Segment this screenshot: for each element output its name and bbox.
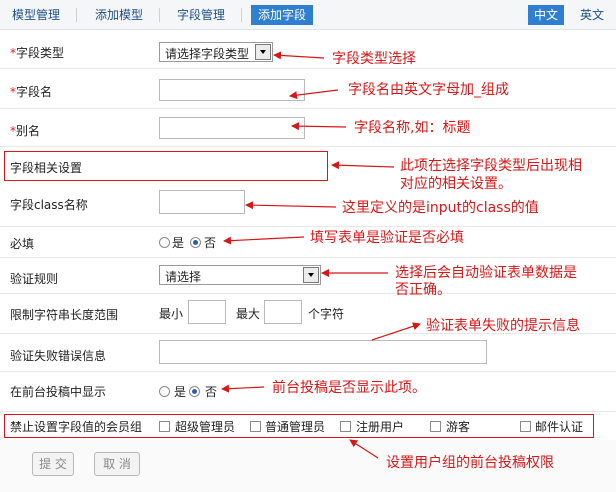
row-error-message: 验证失败错误信息 — [0, 334, 616, 372]
required-yes-radio[interactable] — [159, 237, 170, 248]
required-yes-label: 是 — [172, 236, 185, 250]
css-class-input[interactable] — [159, 190, 245, 214]
tab-add-model[interactable]: 添加模型 — [88, 5, 150, 25]
front-show-no-label: 否 — [205, 385, 218, 399]
tab-separator — [76, 8, 77, 22]
tab-add-field[interactable]: 添加字段 — [251, 5, 314, 25]
length-max-label: 最大 — [236, 307, 261, 321]
tab-separator — [241, 8, 242, 22]
note-settings-line2: 对应的相关设置。 — [400, 176, 512, 192]
required-no-radio[interactable] — [190, 237, 201, 248]
note-required: 填写表单是验证是否必填 — [310, 230, 464, 246]
note-validation-line2: 否正确。 — [395, 282, 451, 298]
top-tab-bar: 模型管理 添加模型 字段管理 添加字段 中文 英文 — [0, 0, 616, 30]
alias-input[interactable] — [159, 117, 305, 139]
field-type-label: 字段类型 — [16, 46, 65, 60]
front-show-label: 在前台投稿中显示 — [10, 385, 107, 399]
length-min-input[interactable] — [188, 300, 226, 324]
error-message-label: 验证失败错误信息 — [10, 349, 107, 363]
tab-separator — [159, 8, 160, 22]
field-name-label: 字段名 — [16, 85, 53, 99]
row-field-type: *字段类型 请选择字段类型 — [0, 31, 616, 69]
note-field-name: 字段名由英文字母加_组成 — [348, 82, 509, 98]
field-type-select-value: 请选择字段类型 — [165, 47, 250, 61]
chevron-down-icon[interactable] — [255, 44, 271, 60]
note-groups: 设置用户组的前台投稿权限 — [386, 455, 554, 471]
validation-select[interactable]: 请选择 — [159, 265, 321, 285]
required-no-label: 否 — [204, 236, 217, 250]
note-alias: 字段名称,如：标题 — [354, 120, 471, 136]
note-field-type: 字段类型选择 — [332, 51, 416, 67]
cancel-button[interactable]: 取 消 — [94, 452, 140, 476]
row-field-name: *字段名 — [0, 69, 616, 109]
length-range-label: 限制字符串长度范围 — [10, 308, 119, 322]
note-error-message: 验证表单失败的提示信息 — [426, 318, 580, 334]
required-label: 必填 — [10, 237, 35, 251]
chevron-down-icon[interactable] — [303, 267, 319, 283]
tab-model-manage[interactable]: 模型管理 — [5, 5, 67, 25]
lang-chinese-button[interactable]: 中文 — [528, 5, 565, 25]
front-show-yes-radio[interactable] — [159, 386, 170, 397]
row-required: 必填 是 否 — [0, 227, 616, 258]
front-show-yes-label: 是 — [174, 385, 187, 399]
tab-field-manage[interactable]: 字段管理 — [170, 5, 232, 25]
validation-label: 验证规则 — [10, 272, 59, 286]
settings-highlight-box — [4, 151, 328, 181]
length-max-input[interactable] — [264, 300, 302, 324]
note-css-class: 这里定义的是input的class的值 — [342, 200, 539, 216]
length-unit-label: 个字符 — [308, 307, 345, 321]
css-class-label: 字段class名称 — [10, 198, 88, 212]
row-alias: *别名 — [0, 109, 616, 147]
lang-english-button[interactable]: 英文 — [574, 5, 610, 25]
field-name-input[interactable] — [159, 79, 305, 101]
note-settings-line1: 此项在选择字段类型后出现相 — [400, 158, 582, 174]
length-min-label: 最小 — [159, 307, 184, 321]
front-show-no-radio[interactable] — [189, 386, 200, 397]
validation-select-value: 请选择 — [165, 270, 202, 284]
field-type-select[interactable]: 请选择字段类型 — [159, 42, 273, 62]
note-front-show: 前台投稿是否显示此项。 — [272, 380, 426, 396]
groups-highlight-box — [4, 414, 594, 438]
error-message-input[interactable] — [159, 340, 487, 364]
submit-button[interactable]: 提 交 — [32, 452, 74, 476]
alias-label: 别名 — [16, 124, 41, 138]
note-validation-line1: 选择后会自动验证表单数据是 — [395, 265, 577, 281]
